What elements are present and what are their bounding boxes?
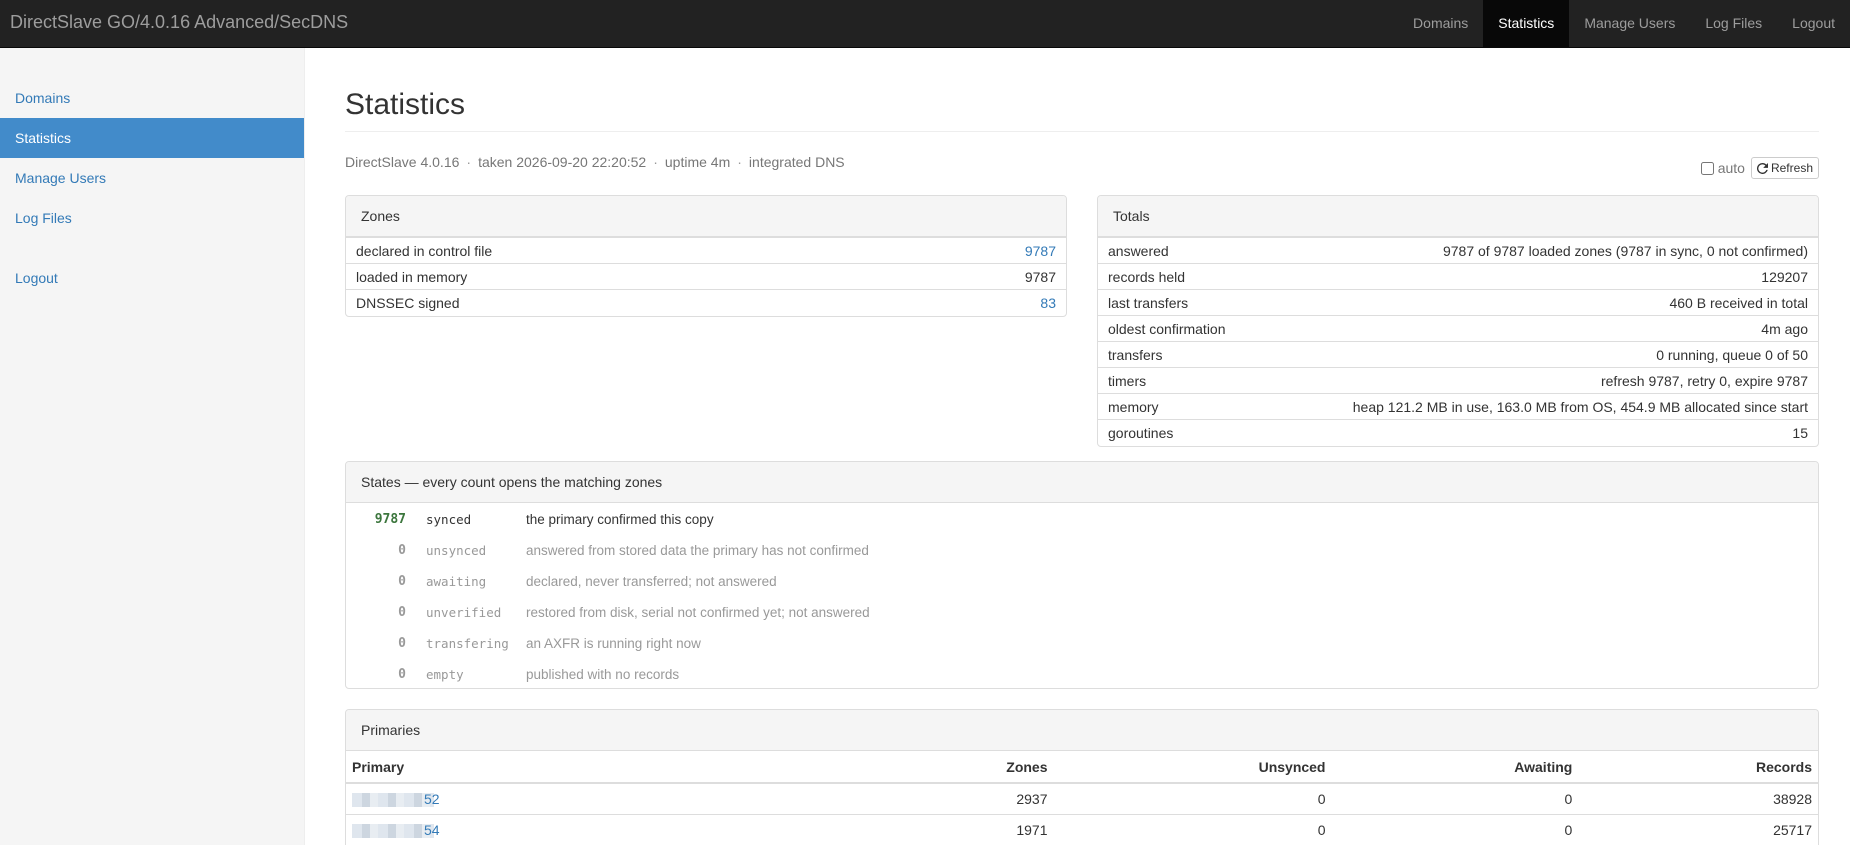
zones-panel: Zones declared in control file 9787 loade… [345,195,1067,317]
state-row-synced[interactable]: 9787 synced the primary confirmed this cop… [346,507,1818,538]
primary-link[interactable]: 52 [352,791,440,807]
sidebar-item-logout[interactable]: Logout [0,258,304,298]
totals-row: records held 129207 [1098,263,1818,289]
state-row-empty[interactable]: 0 empty published with no records [346,662,1818,693]
topnav-domains[interactable]: Domains [1398,0,1483,48]
col-zones[interactable]: Zones [866,751,1054,784]
dnssec-count-link[interactable]: 83 [1040,290,1056,315]
sidebar-item-domains[interactable]: Domains [0,78,304,118]
top-nav: Domains Statistics Manage Users Log File… [1398,0,1850,48]
sidebar-item-log-files[interactable]: Log Files [0,198,304,238]
totals-row: goroutines 15 [1098,419,1818,445]
col-unsynced[interactable]: Unsynced [1053,751,1332,784]
sidebar: Domains Statistics Manage Users Log File… [0,48,305,845]
col-primary[interactable]: Primary [346,751,866,784]
totals-row: last transfers 460 B received in total [1098,289,1818,315]
zones-row: declared in control file 9787 [346,237,1066,263]
page-title: Statistics [345,87,1819,132]
states-panel-title: States — every count opens the matching … [346,462,1818,503]
topnav-statistics[interactable]: Statistics [1483,0,1570,48]
declared-count-link[interactable]: 9787 [1025,238,1056,263]
meta-version: DirectSlave 4.0.16 [345,154,460,170]
states-panel: States — every count opens the matching … [345,461,1819,689]
primaries-panel: Primaries Primary Zones Unsynced Awaitin… [345,709,1819,845]
state-row-unsynced[interactable]: 0 unsynced answered from stored data the p… [346,538,1818,569]
state-row-unverified[interactable]: 0 unverified restored from disk, serial no… [346,600,1818,631]
meta-dns: integrated DNS [748,154,845,170]
sidebar-item-manage-users[interactable]: Manage Users [0,158,304,198]
totals-row: answered 9787 of 9787 loaded zones (9787 … [1098,237,1818,263]
totals-row: transfers 0 running, queue 0 of 50 [1098,341,1818,367]
meta-uptime: uptime 4m [664,154,731,170]
topnav-logout[interactable]: Logout [1777,0,1850,48]
zones-row: DNSSEC signed 83 [346,289,1066,315]
topnav-manage-users[interactable]: Manage Users [1569,0,1690,48]
auto-refresh-toggle[interactable]: auto [1700,153,1745,183]
refresh-icon [1756,162,1768,174]
redacted-ip [352,792,434,807]
main-content: Statistics DirectSlave 4.0.16 · taken 2026… [345,48,1819,179]
state-row-awaiting[interactable]: 0 awaiting declared, never transferred; no… [346,569,1818,600]
col-awaiting[interactable]: Awaiting [1331,751,1579,784]
sidebar-item-statistics[interactable]: Statistics [0,118,304,158]
topnav-log-files[interactable]: Log Files [1690,0,1777,48]
col-records[interactable]: Records [1578,751,1818,784]
stats-meta: DirectSlave 4.0.16 · taken 2026-09-20 22:2… [345,147,1819,179]
brand-title[interactable]: DirectSlave GO/4.0.16 Advanced/SecDNS [10,0,348,48]
zones-panel-title: Zones [346,196,1066,237]
meta-taken: taken 2026-09-20 22:20:52 [478,154,647,170]
totals-row: oldest confirmation 4m ago [1098,315,1818,341]
totals-row: memory heap 121.2 MB in use, 163.0 MB fro… [1098,393,1818,419]
zones-row: loaded in memory 9787 [346,263,1066,289]
totals-panel: Totals answered 9787 of 9787 loaded zones… [1097,195,1819,447]
primaries-table: Primary Zones Unsynced Awaiting Records … [346,751,1818,845]
redacted-ip [352,823,434,838]
refresh-button[interactable]: Refresh [1750,157,1819,179]
top-navbar: DirectSlave GO/4.0.16 Advanced/SecDNS Do… [0,0,1850,48]
primary-link[interactable]: 54 [352,822,440,838]
table-row: 54 1971 0 0 25717 [346,813,1818,845]
auto-refresh-checkbox[interactable] [1700,161,1714,175]
primaries-panel-title: Primaries [346,710,1818,751]
totals-panel-title: Totals [1098,196,1818,237]
totals-row: timers refresh 9787, retry 0, expire 9787 [1098,367,1818,393]
state-row-transfering[interactable]: 0 transfering an AXFR is running right now [346,631,1818,662]
table-row: 52 2937 0 0 38928 [346,782,1818,814]
